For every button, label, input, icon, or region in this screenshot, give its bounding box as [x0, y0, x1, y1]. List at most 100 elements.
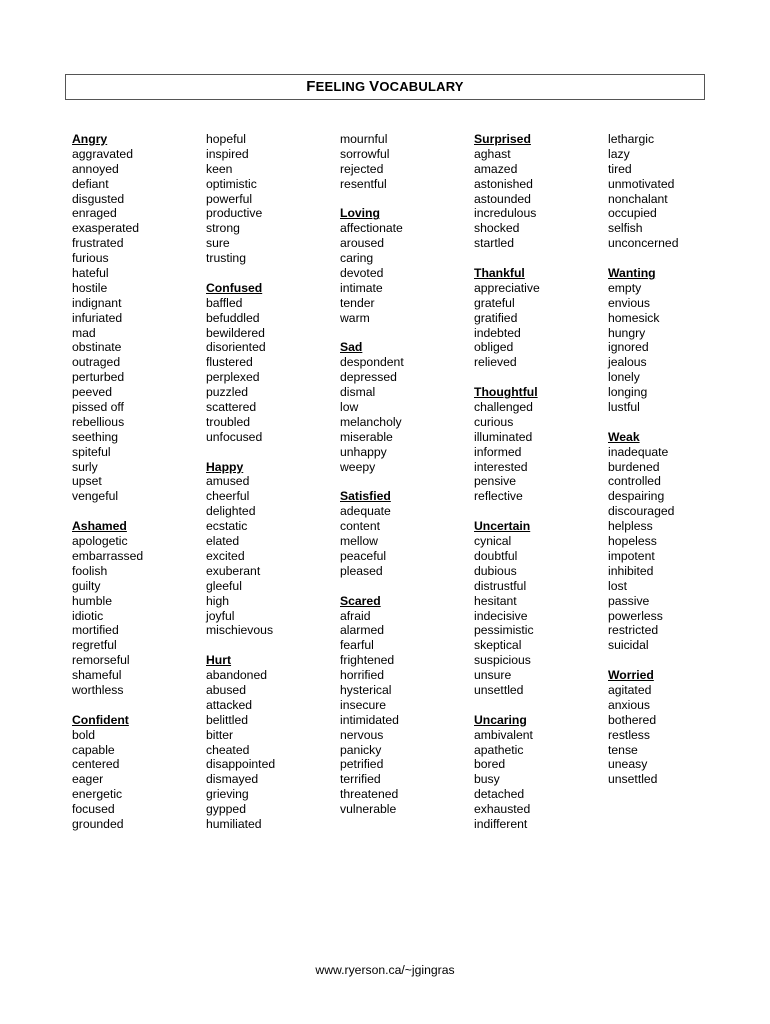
- feeling-word: astonished: [474, 176, 533, 191]
- feeling-word: occupied: [608, 206, 657, 221]
- feeling-word: adequate: [340, 504, 391, 519]
- feeling-word: seething: [72, 429, 119, 444]
- feeling-word: defiant: [72, 176, 109, 191]
- feeling-word: apologetic: [72, 534, 128, 549]
- feeling-word: focused: [72, 802, 115, 817]
- feeling-word: indifferent: [474, 816, 528, 831]
- feeling-word: humble: [72, 593, 112, 608]
- feeling-word: vengeful: [72, 489, 119, 504]
- feeling-word: ignored: [608, 340, 649, 355]
- feeling-word: dubious: [474, 563, 517, 578]
- feeling-word: humiliated: [206, 816, 262, 831]
- feeling-word: peaceful: [340, 548, 387, 563]
- feeling-word: furious: [72, 251, 109, 266]
- feeling-word: mournful: [340, 132, 388, 146]
- feeling-word: scattered: [206, 400, 257, 415]
- feeling-word: inadequate: [608, 444, 669, 459]
- feeling-word: suspicious: [474, 653, 531, 668]
- feeling-word: reflective: [474, 489, 523, 504]
- feeling-word: helpless: [608, 519, 653, 534]
- category-heading: Scared: [340, 593, 381, 608]
- feeling-word: eager: [72, 772, 104, 787]
- feeling-word: rejected: [340, 161, 384, 176]
- feeling-word: unconcerned: [608, 236, 679, 251]
- category-heading: Uncertain: [474, 519, 531, 534]
- feeling-word: nervous: [340, 727, 384, 742]
- feeling-word: selfish: [608, 221, 643, 236]
- feeling-word: productive: [206, 206, 263, 221]
- feeling-word: suicidal: [608, 638, 649, 653]
- feeling-word: intimate: [340, 280, 383, 295]
- feeling-word: hostile: [72, 280, 108, 295]
- feeling-word: threatened: [340, 787, 399, 802]
- feeling-word: baffled: [206, 295, 243, 310]
- feeling-word: melancholy: [340, 414, 402, 429]
- feeling-word: attacked: [206, 697, 253, 712]
- feeling-word: ecstatic: [206, 519, 248, 534]
- feeling-word: restricted: [608, 623, 659, 638]
- feeling-word: intimidated: [340, 712, 399, 727]
- title-box: FEELING VOCABULARY: [65, 74, 705, 100]
- feeling-word: inspired: [206, 146, 249, 161]
- feeling-word: delighted: [206, 504, 256, 519]
- feeling-word: agitated: [608, 682, 652, 697]
- category-heading: Thoughtful: [474, 385, 538, 400]
- feeling-word: exasperated: [72, 221, 140, 236]
- feeling-word: unsure: [474, 668, 512, 683]
- feeling-word: astounded: [474, 191, 531, 206]
- feeling-word: grateful: [474, 295, 515, 310]
- feeling-word: disappointed: [206, 757, 276, 772]
- feeling-word: pessimistic: [474, 623, 534, 638]
- feeling-word: vulnerable: [340, 802, 397, 817]
- feeling-word: distrustful: [474, 578, 527, 593]
- feeling-word: exhausted: [474, 802, 531, 817]
- feeling-word: obliged: [474, 340, 514, 355]
- feeling-word: amused: [206, 474, 250, 489]
- feeling-word: sure: [206, 236, 230, 251]
- feeling-word: mad: [72, 325, 96, 340]
- feeling-word: lost: [608, 578, 627, 593]
- feeling-word: abused: [206, 682, 246, 697]
- feeling-word: dismal: [340, 385, 376, 400]
- feeling-word: hungry: [608, 325, 646, 340]
- feeling-word: obstinate: [72, 340, 122, 355]
- feeling-word: disgusted: [72, 191, 125, 206]
- feeling-word: detached: [474, 787, 525, 802]
- feeling-word: ambivalent: [474, 727, 533, 742]
- title-initial-1: F: [306, 78, 316, 95]
- feeling-word: mellow: [340, 534, 378, 549]
- feeling-word: perplexed: [206, 370, 260, 385]
- category-heading: Sad: [340, 340, 363, 355]
- feeling-word: busy: [474, 772, 500, 787]
- feeling-word: indignant: [72, 295, 122, 310]
- feeling-word: optimistic: [206, 176, 257, 191]
- feeling-word: informed: [474, 444, 522, 459]
- feeling-word: tired: [608, 161, 632, 176]
- feeling-word: shameful: [72, 668, 122, 683]
- feeling-word: elated: [206, 534, 240, 549]
- feeling-word: startled: [474, 236, 514, 251]
- category-heading: Thankful: [474, 266, 525, 281]
- feeling-word: mortified: [72, 623, 119, 638]
- feeling-word: pensive: [474, 474, 517, 489]
- feeling-word: disoriented: [206, 340, 266, 355]
- feeling-word: regretful: [72, 638, 117, 653]
- feeling-word: high: [206, 593, 230, 608]
- feeling-word: gratified: [474, 310, 518, 325]
- feeling-word: content: [340, 519, 380, 534]
- feeling-word: unsettled: [474, 682, 524, 697]
- feeling-word: doubtful: [474, 548, 518, 563]
- feeling-word: bored: [474, 757, 506, 772]
- feeling-word: upset: [72, 474, 102, 489]
- feeling-word: lazy: [608, 146, 630, 161]
- feeling-word: aroused: [340, 236, 385, 251]
- feeling-word: belittled: [206, 712, 249, 727]
